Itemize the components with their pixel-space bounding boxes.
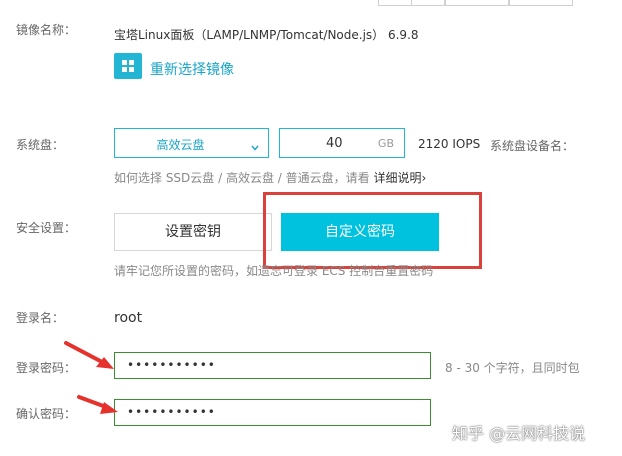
disk-help-prefix: 如何选择 SSD云盘 / 高效云盘 / 普通云盘，请看 bbox=[114, 171, 370, 185]
watermark: 知乎 @云网科技说 bbox=[452, 424, 586, 443]
password-hint: 8 - 30 个字符，且同时包 bbox=[445, 361, 580, 375]
device-name-label: 系统盘设备名： bbox=[490, 139, 575, 153]
top-cell-3 bbox=[445, 0, 509, 6]
system-disk-label: 系统盘： bbox=[16, 138, 65, 152]
security-hint: 请牢记您所设置的密码，如遗忘可登录 ECS 控制台重置密码 bbox=[114, 264, 434, 278]
set-key-button[interactable]: 设置密钥 bbox=[114, 213, 272, 251]
chevron-down-icon bbox=[250, 138, 260, 157]
grid-icon[interactable] bbox=[114, 53, 142, 79]
disk-type-value: 高效云盘 bbox=[156, 138, 205, 152]
top-cell-1 bbox=[378, 0, 412, 6]
disk-size-input[interactable]: 40 GB bbox=[279, 128, 405, 158]
top-cell-2 bbox=[411, 0, 445, 6]
login-name-value: root bbox=[114, 310, 143, 326]
change-image-link[interactable]: 重新选择镜像 bbox=[150, 59, 234, 79]
disk-type-select[interactable]: 高效云盘 bbox=[114, 128, 269, 158]
arrow-icon bbox=[64, 341, 114, 369]
security-label: 安全设置： bbox=[16, 221, 77, 235]
top-cell-4 bbox=[509, 0, 573, 6]
login-name-label: 登录名： bbox=[16, 311, 65, 325]
confirm-password-input[interactable]: ••••••••••• bbox=[114, 399, 431, 426]
highlight-box bbox=[263, 192, 482, 269]
disk-size-unit: GB bbox=[377, 137, 394, 150]
arrow-icon bbox=[77, 395, 118, 414]
password-input[interactable]: ••••••••••• bbox=[114, 352, 431, 379]
disk-help-link[interactable]: 详细说明 bbox=[373, 171, 421, 185]
disk-help-text: 如何选择 SSD云盘 / 高效云盘 / 普通云盘，请看 详细说明› bbox=[114, 169, 426, 186]
confirm-password-label: 确认密码： bbox=[16, 407, 77, 421]
iops-value: 2120 IOPS bbox=[418, 137, 481, 151]
disk-size-value: 40 bbox=[326, 136, 343, 151]
chevron-right-icon: › bbox=[421, 171, 427, 185]
image-name: 宝塔Linux面板（LAMP/LNMP/Tomcat/Node.js） 6.9.… bbox=[114, 28, 419, 42]
image-label: 镜像名称： bbox=[16, 23, 77, 37]
